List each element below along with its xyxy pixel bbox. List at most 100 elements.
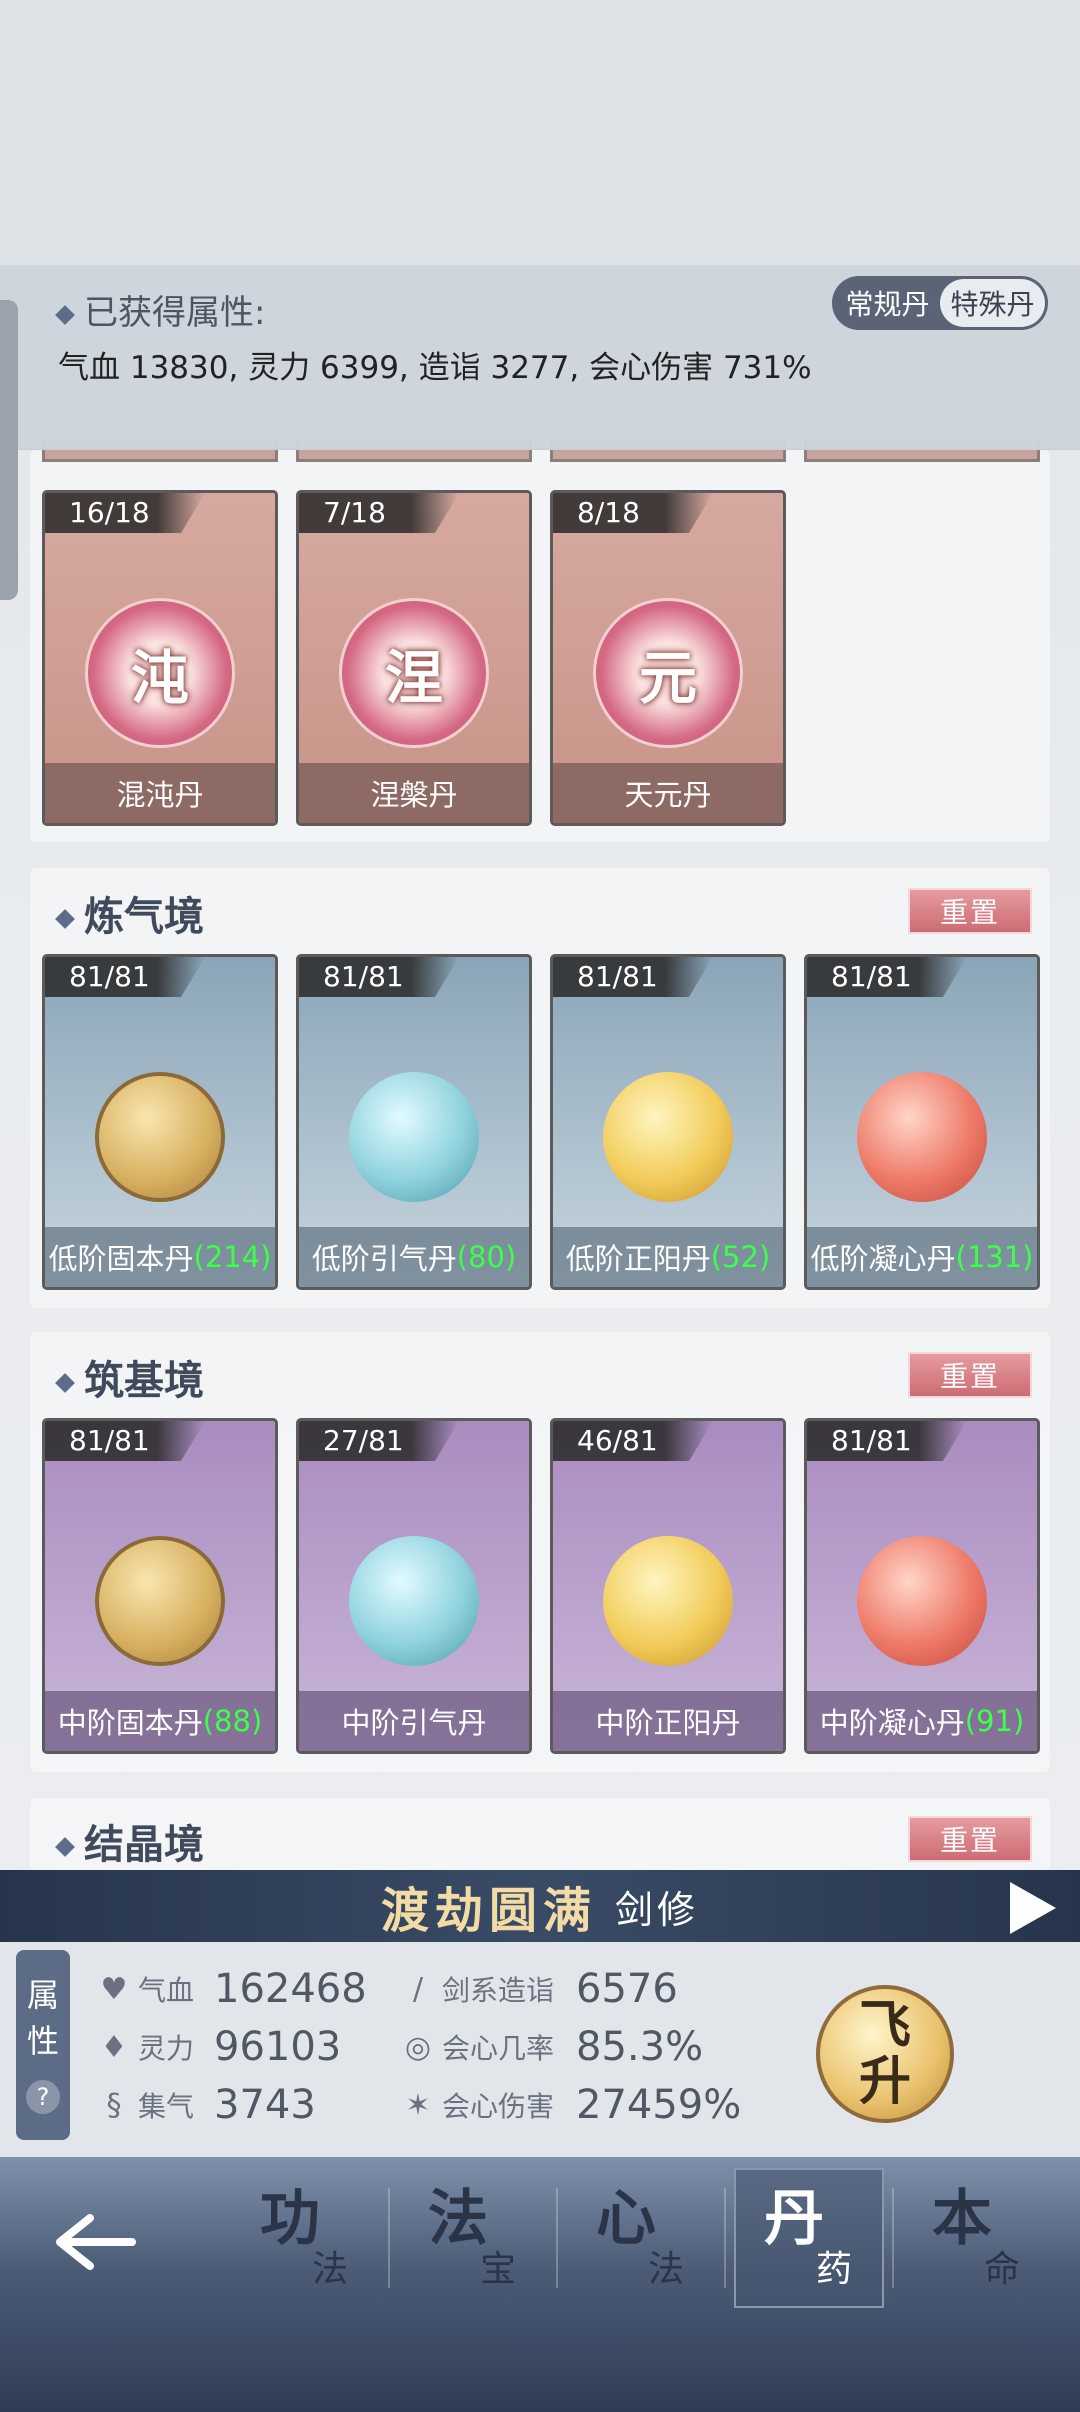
rune-orb-icon: 沌 (85, 598, 235, 748)
ascend-orb-icon: 飞 升 (816, 1985, 954, 2123)
card-name-text: 涅槃丹 (370, 778, 458, 812)
dan-card-niepan[interactable]: 7/18 涅 涅槃丹 (296, 490, 532, 826)
regular-dan-tab[interactable]: 常规丹 (835, 279, 940, 327)
dan-card[interactable]: 27/81 中阶引气丹 (296, 1418, 532, 1754)
nav-divider (556, 2188, 558, 2288)
nav-tab-danyao[interactable]: 丹 药 (734, 2168, 884, 2308)
stat-label: 会心几率 (442, 2032, 555, 2065)
nav-main: 法 (428, 2184, 488, 2254)
diamond-icon (55, 1373, 75, 1393)
stat-value: 3743 (214, 2082, 316, 2128)
nav-main: 本 (932, 2184, 992, 2254)
dan-card[interactable]: 81/81 低阶固本丹 (214) (42, 954, 278, 1290)
top-blank-area (0, 0, 1080, 265)
nav-main: 心 (596, 2184, 656, 2254)
card-count: 8/18 (553, 493, 713, 533)
reset-button-lianqi[interactable]: 重置 (908, 888, 1032, 934)
card-amount: (91) (964, 1704, 1025, 1738)
section-title-text: 筑基境 (84, 1358, 204, 1404)
card-count: 81/81 (807, 957, 967, 997)
nav-tab-benming[interactable]: 本 命 (902, 2168, 1052, 2308)
stat-label: 气血 (138, 1974, 195, 2007)
dan-card[interactable]: 81/81 中阶固本丹 (88) (42, 1418, 278, 1754)
section-title-jiejing: 结晶境 (55, 1812, 204, 1870)
swirl-icon: § (106, 2087, 122, 2123)
stat-value: 162468 (214, 1966, 367, 2012)
card-count: 27/81 (299, 1421, 459, 1461)
card-name: 中阶正阳丹 (553, 1691, 783, 1751)
card-name: 低阶引气丹 (80) (299, 1227, 529, 1287)
stats-right-column: / 剑系造诣 6576 ◎ 会心几率 85.3% ✶ 会心伤害 27459% (400, 1960, 741, 2134)
attributes-tab[interactable]: 属 性 ? (16, 1950, 70, 2140)
card-name-text: 天元丹 (624, 778, 712, 812)
nav-divider (388, 2188, 390, 2288)
card-name-text: 低阶正阳丹 (565, 1242, 711, 1276)
nav-tab-fabao[interactable]: 法 宝 (398, 2168, 548, 2308)
dan-card-hundun[interactable]: 16/18 沌 混沌丹 (42, 490, 278, 826)
realm-banner: 渡劫圆满 剑修 (0, 1870, 1080, 1942)
card-name-text: 中阶正阳丹 (595, 1706, 741, 1740)
nav-tab-xinfa[interactable]: 心 法 (566, 2168, 716, 2308)
pill-gold-icon (95, 1536, 225, 1666)
tab-label: 属 (26, 1976, 59, 2014)
section-title-text: 结晶境 (84, 1822, 204, 1868)
card-name: 低阶正阳丹 (52) (553, 1227, 783, 1287)
rune-orb-icon: 元 (593, 598, 743, 748)
stat-value: 85.3% (576, 2024, 704, 2070)
pill-teal-icon (349, 1536, 479, 1666)
nav-tab-gongfa[interactable]: 功 法 (230, 2168, 380, 2308)
card-name-text: 中阶固本丹 (57, 1706, 203, 1740)
card-name: 中阶凝心丹 (91) (807, 1691, 1037, 1751)
stat-label: 会心伤害 (442, 2090, 555, 2123)
card-amount: (80) (456, 1240, 517, 1274)
realm-title: 渡劫圆满 (380, 1883, 597, 1939)
nav-divider (892, 2188, 894, 2288)
ascend-button[interactable]: 飞 升 (810, 1955, 960, 2145)
nav-tabs: 功 法 法 宝 心 法 丹 药 本 命 (230, 2168, 1052, 2308)
card-count: 81/81 (45, 957, 205, 997)
tab-label: 性 (26, 2022, 59, 2060)
card-amount: (52) (710, 1240, 771, 1274)
dan-card[interactable]: 81/81 低阶正阳丹 (52) (550, 954, 786, 1290)
card-name: 混沌丹 (45, 763, 275, 823)
back-arrow-icon[interactable] (50, 2212, 140, 2272)
dan-card[interactable]: 81/81 低阶引气丹 (80) (296, 954, 532, 1290)
crit-rate-icon: ◎ (404, 2029, 432, 2065)
pill-red-icon (857, 1072, 987, 1202)
rune-char: 涅 (384, 644, 443, 712)
scroll-handle[interactable] (0, 300, 18, 600)
heart-icon: ♥ (100, 1971, 128, 2007)
card-name: 中阶引气丹 (299, 1691, 529, 1751)
reset-button-zhuji[interactable]: 重置 (908, 1352, 1032, 1398)
nav-divider (724, 2188, 726, 2288)
stat-row-crit-damage: ✶ 会心伤害 27459% (400, 2076, 741, 2134)
reset-button-jiejing[interactable]: 重置 (908, 1816, 1032, 1862)
rune-char: 沌 (130, 644, 189, 712)
stat-row-qi: § 集气 3743 (96, 2076, 367, 2134)
special-dan-tab[interactable]: 特殊丹 (940, 279, 1045, 327)
dan-card[interactable]: 81/81 中阶凝心丹 (91) (804, 1418, 1040, 1754)
dan-card[interactable]: 46/81 中阶正阳丹 (550, 1418, 786, 1754)
stat-row-mana: ♦ 灵力 96103 (96, 2018, 367, 2076)
pill-red-icon (857, 1536, 987, 1666)
play-icon[interactable] (1010, 1882, 1056, 1934)
nav-main: 丹 (764, 2184, 824, 2254)
obtained-attributes-title: 已获得属性: (55, 285, 266, 334)
help-icon[interactable]: ? (26, 2080, 60, 2114)
stats-left-column: ♥ 气血 162468 ♦ 灵力 96103 § 集气 3743 (96, 1960, 367, 2134)
nav-sub: 命 (983, 2249, 1020, 2290)
card-name: 低阶固本丹 (214) (45, 1227, 275, 1287)
card-name-text: 低阶引气丹 (311, 1242, 457, 1276)
card-amount: (214) (193, 1240, 272, 1274)
attr-title-text: 已获得属性: (84, 293, 266, 333)
nav-sub: 法 (311, 2249, 348, 2290)
dan-type-switch: 常规丹 特殊丹 (832, 276, 1048, 330)
card-name-text: 混沌丹 (116, 778, 204, 812)
dan-card[interactable]: 81/81 低阶凝心丹 (131) (804, 954, 1040, 1290)
card-count: 81/81 (299, 957, 459, 997)
card-name-text: 低阶凝心丹 (810, 1242, 956, 1276)
dan-card-tianyuan[interactable]: 8/18 元 天元丹 (550, 490, 786, 826)
stat-label: 灵力 (138, 2032, 195, 2065)
section-title-lianqi: 炼气境 (55, 884, 204, 942)
stat-value: 27459% (576, 2082, 742, 2128)
